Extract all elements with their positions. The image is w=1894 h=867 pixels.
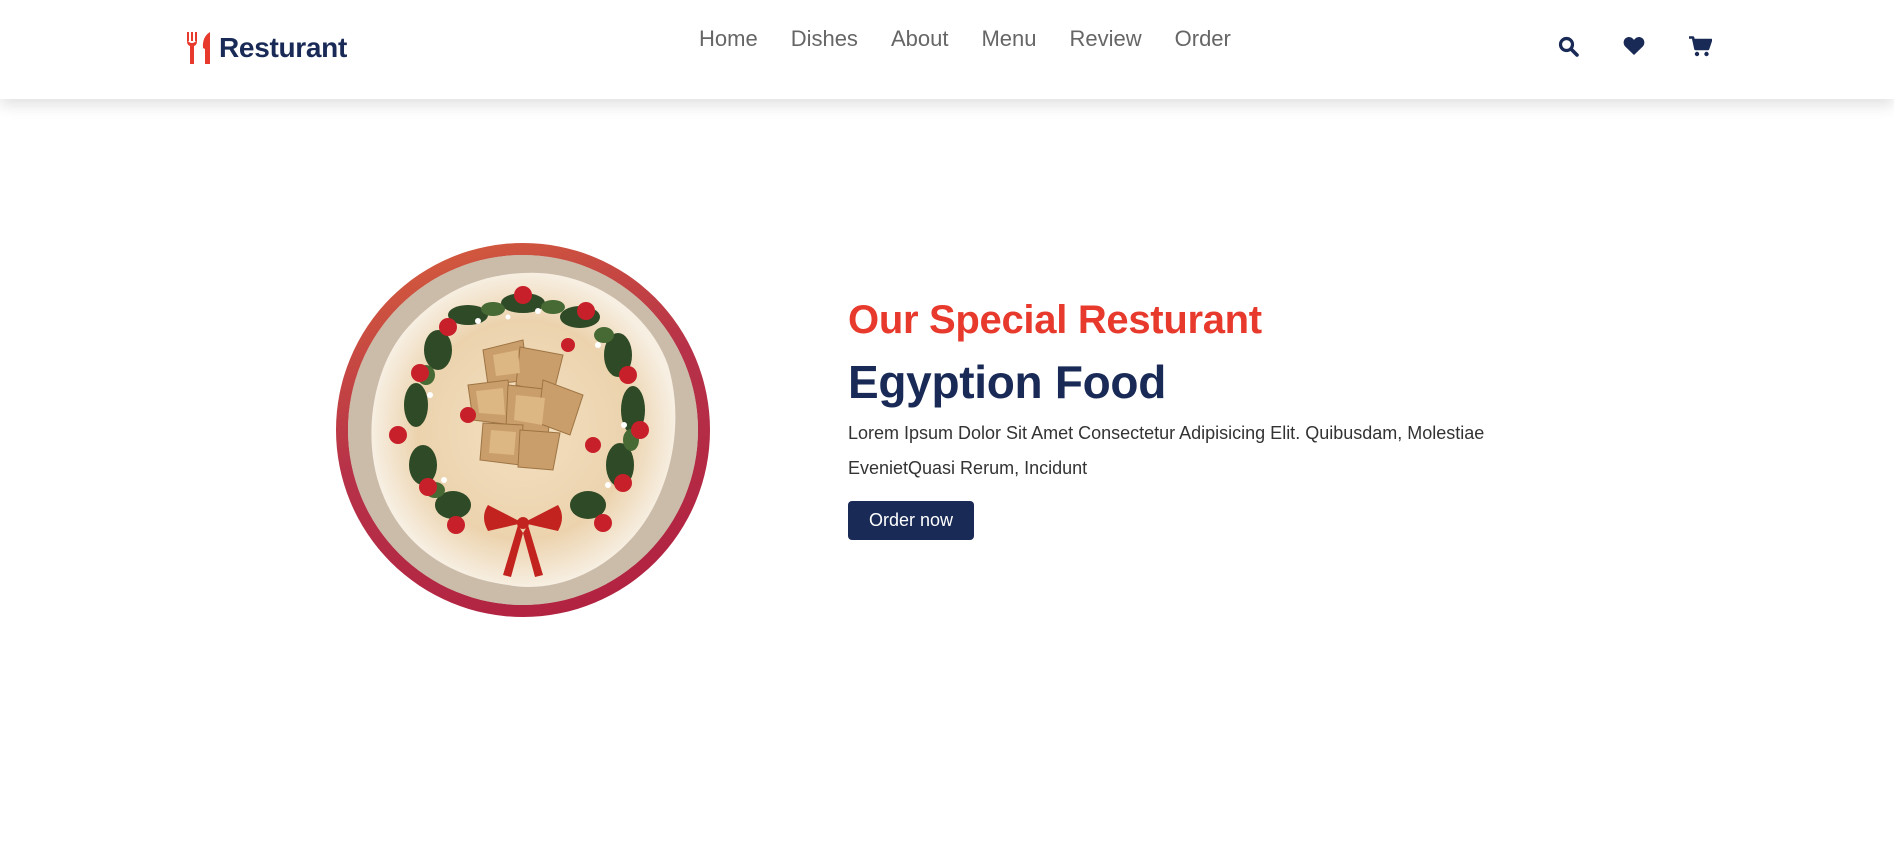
nav-home[interactable]: Home (699, 26, 758, 52)
cart-button[interactable] (1688, 34, 1712, 58)
order-now-button[interactable]: Order now (848, 501, 975, 540)
nav-about[interactable]: About (891, 26, 949, 52)
hero-subtitle: Our Special Resturant (848, 298, 1262, 342)
hero-description: Lorem Ipsum Dolor Sit Amet Consectetur A… (848, 423, 1485, 478)
hero-text: Our Special Resturant Egyption Food Lore… (848, 296, 1588, 540)
header-icons (1556, 34, 1712, 58)
site-header: Resturant Home Dishes About Menu Review … (0, 0, 1894, 99)
food-dish-illustration (348, 255, 698, 605)
hero-title: Egyption Food (848, 356, 1167, 408)
food-image-frame (336, 243, 710, 617)
logo-text: Resturant (219, 32, 347, 63)
nav-dishes[interactable]: Dishes (791, 26, 858, 52)
favorites-button[interactable] (1622, 34, 1646, 58)
heart-icon (1623, 37, 1645, 55)
cart-icon (1688, 35, 1712, 56)
search-icon (1558, 36, 1579, 57)
food-plate-image (348, 255, 698, 605)
nav-review[interactable]: Review (1069, 26, 1141, 52)
nav-menu[interactable]: Menu (981, 26, 1036, 52)
main-nav: Home Dishes About Menu Review Order (699, 26, 1231, 52)
search-button[interactable] (1556, 34, 1580, 58)
nav-order[interactable]: Order (1175, 26, 1231, 52)
logo[interactable]: Resturant (185, 32, 347, 64)
utensils-icon (187, 32, 210, 64)
